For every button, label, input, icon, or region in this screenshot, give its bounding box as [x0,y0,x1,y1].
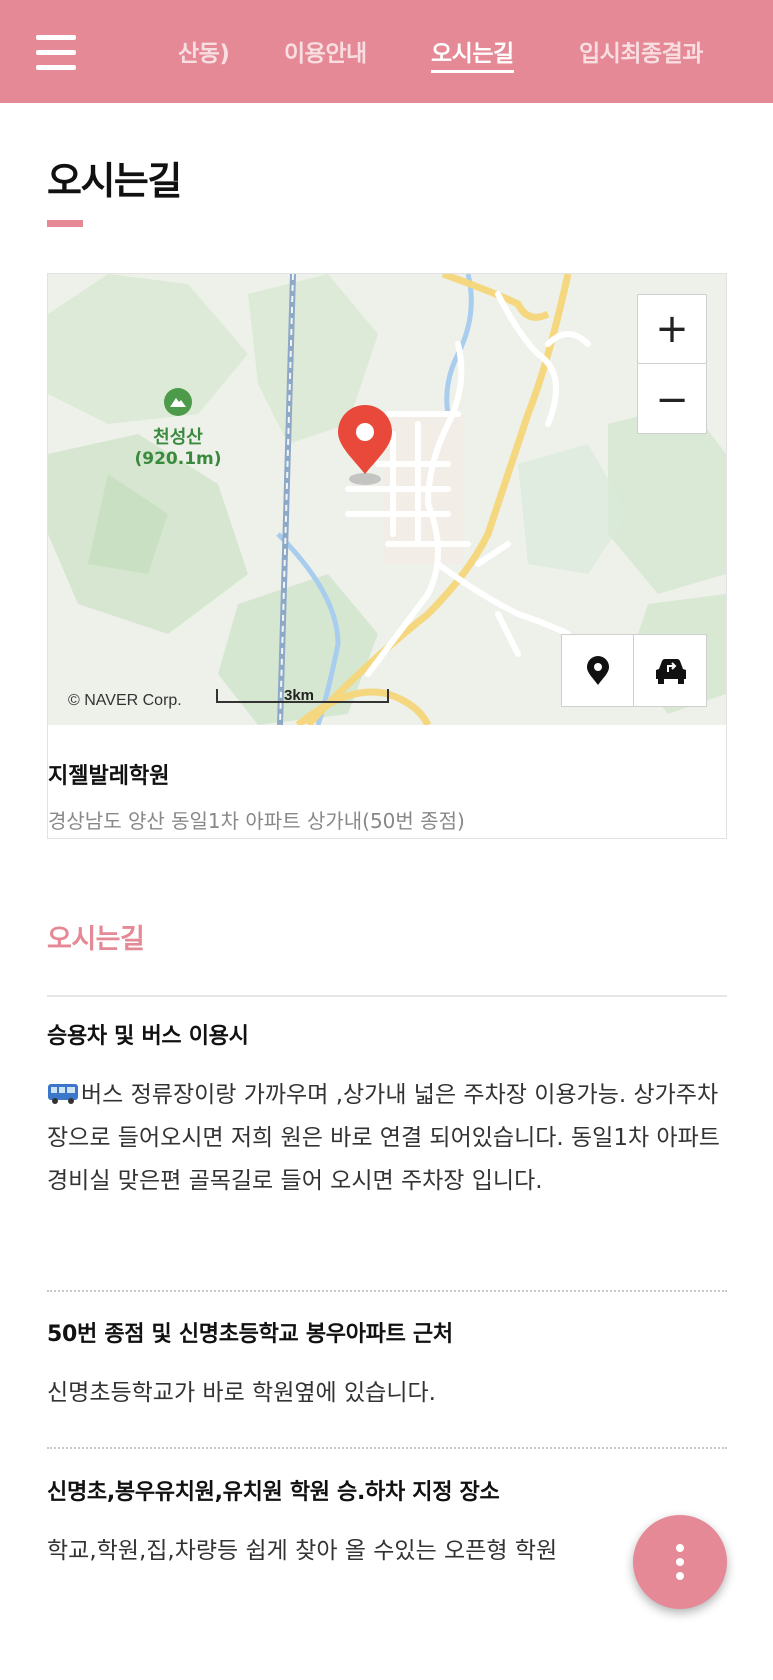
section-divider [47,995,727,997]
mountain-icon [164,388,192,416]
direction-block-title: 신명초,봉우유치원,유치원 학원 승.하차 지정 장소 [47,1480,500,1505]
place-address: 경상남도 양산 동일1차 아파트 상가내(50번 종점) [48,809,465,833]
direction-block-text: 신명초등학교가 바로 학원옆에 있습니다. [47,1380,436,1406]
tab-admission-results[interactable]: 입시최종결과 [579,34,703,68]
tab-directions[interactable]: 오시는길 [431,34,514,73]
direction-block-title: 승용차 및 버스 이용시 [47,1024,249,1049]
direction-block-text: 학교,학원,집,차량등 쉽게 찾아 올 수있는 오픈형 학원 [47,1538,558,1564]
page-title: 오시는길 [47,159,182,203]
tab-prev-partial[interactable]: 산동) [178,34,230,68]
direction-block-text-content: 버스 정류장이랑 가까우며 ,상가내 넓은 주차장 이용가능. 상가주차장으로 … [47,1082,720,1194]
more-vertical-icon [676,1544,684,1552]
location-pin-icon [586,655,609,685]
zoom-controls: + − [637,294,707,434]
dotted-divider [47,1290,727,1292]
mountain-label: 천성산 (920.1m) [128,387,228,469]
map-copyright: © NAVER Corp. [68,692,182,709]
current-location-button[interactable] [562,635,634,706]
top-navigation-bar: 산동) 이용안내 오시는길 입시최종결과 [0,0,773,103]
directions-section-title: 오시는길 [47,924,145,955]
map-scale-label: 3km [284,687,315,704]
map-tools [561,634,707,707]
hamburger-icon[interactable] [36,35,76,70]
direction-block-text: 버스 정류장이랑 가까우며 ,상가내 넓은 주차장 이용가능. 상가주차장으로 … [47,1074,727,1203]
bus-icon [48,1084,78,1104]
zoom-out-button[interactable]: − [638,365,706,434]
zoom-in-button[interactable]: + [638,295,706,364]
place-name: 지젤발레학원 [48,764,170,789]
title-underline [47,220,83,227]
floating-menu-button[interactable] [633,1515,727,1609]
direction-block-pickup: 신명초,봉우유치원,유치원 학원 승.하차 지정 장소 학교,학원,집,차량등 … [47,1474,727,1573]
mountain-altitude: (920.1m) [134,449,222,469]
map-card: 천성산 (920.1m) + − © NAVER Corp. 3km 지젤발레학… [47,273,727,839]
directions-button[interactable] [635,635,707,706]
dotted-divider [47,1447,727,1449]
direction-block-school: 50번 종점 및 신명초등학교 봉우아파트 근처 신명초등학교가 바로 학원옆에… [47,1316,727,1415]
tab-usage-guide[interactable]: 이용안내 [284,34,367,68]
direction-block-title: 50번 종점 및 신명초등학교 봉우아파트 근처 [47,1322,453,1347]
direction-block-car-bus: 승용차 및 버스 이용시 버스 정류장이랑 가까우며 ,상가내 넓은 주차장 이… [47,1018,727,1203]
nav-tabs: 산동) 이용안내 오시는길 입시최종결과 [170,0,773,103]
mountain-name: 천성산 [153,427,203,448]
map-view[interactable]: 천성산 (920.1m) + − © NAVER Corp. 3km [48,274,726,725]
car-icon [656,658,686,684]
